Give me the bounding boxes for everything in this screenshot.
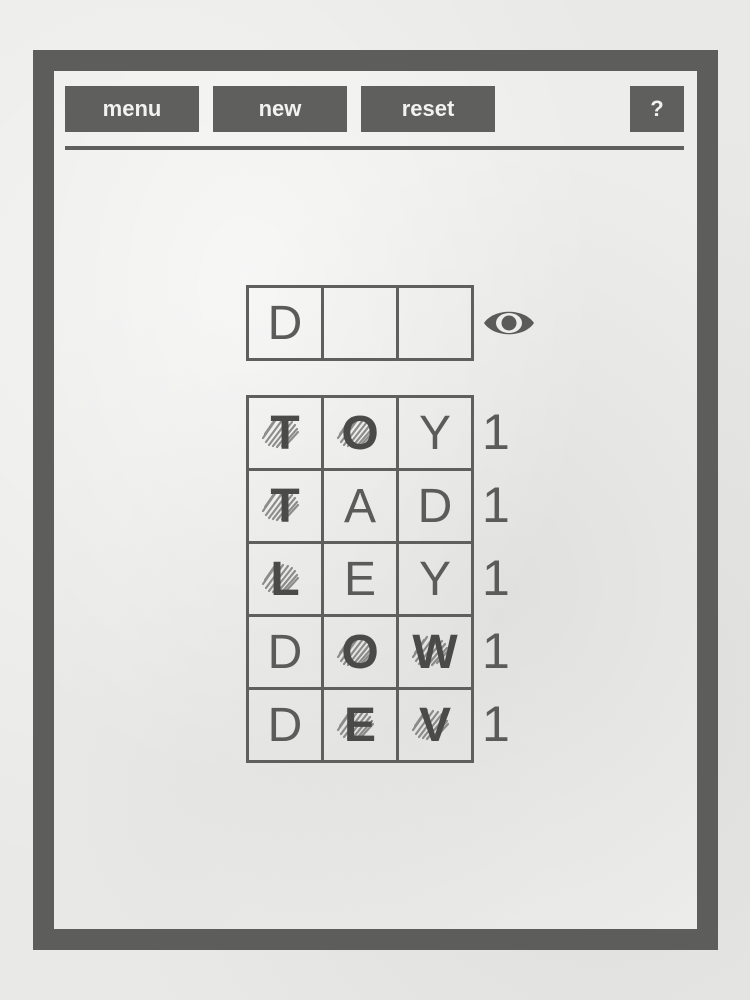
letter: E (343, 698, 376, 752)
answer-cell-2[interactable] (324, 288, 399, 358)
letter-cell[interactable]: D (249, 690, 324, 760)
letter: D (267, 625, 303, 679)
letter: Y (418, 406, 451, 460)
match-count: 1 (482, 622, 510, 679)
answer-cell-1[interactable]: D (249, 288, 324, 358)
letter: O (341, 625, 379, 679)
answer-row: D (246, 285, 474, 361)
letter: E (343, 552, 376, 606)
letter-cell[interactable]: A (324, 471, 399, 541)
letter: W (412, 625, 458, 679)
letter: T (270, 479, 300, 533)
letter-cell[interactable]: W (399, 617, 471, 687)
match-count: 1 (482, 403, 510, 460)
guess-row: TOY (249, 398, 471, 471)
letter-cell[interactable]: V (399, 690, 471, 760)
guess-row: DOW (249, 617, 471, 690)
letter-cell[interactable]: L (249, 544, 324, 614)
letter-cell[interactable]: Y (399, 398, 471, 468)
letter-cell[interactable]: D (249, 617, 324, 687)
letter: A (343, 479, 376, 533)
letter-cell[interactable]: T (249, 398, 324, 468)
guess-row: LEY (249, 544, 471, 617)
letter: D (417, 479, 453, 533)
new-game-button[interactable]: new (213, 86, 347, 132)
letter-cell[interactable]: T (249, 471, 324, 541)
letter-cell[interactable]: Y (399, 544, 471, 614)
guess-grid: TOYTADLEYDOWDEV (246, 395, 474, 763)
help-button[interactable]: ? (630, 86, 684, 132)
reset-button[interactable]: reset (361, 86, 495, 132)
letter: L (270, 552, 300, 606)
menu-button[interactable]: menu (65, 86, 199, 132)
letter-cell[interactable]: E (324, 544, 399, 614)
guess-row: DEV (249, 690, 471, 760)
score-column: 1 1 1 1 1 (482, 395, 510, 760)
match-count: 1 (482, 695, 510, 752)
letter: V (418, 698, 451, 752)
letter-cell[interactable]: O (324, 398, 399, 468)
game-frame: menu new reset ? D TOYTADLEYDOWDEV 11111 (33, 50, 718, 950)
letter: D (267, 698, 303, 752)
eye-icon[interactable] (482, 304, 536, 342)
letter-cell[interactable]: O (324, 617, 399, 687)
letter: Y (418, 552, 451, 606)
letter: O (341, 406, 379, 460)
letter: T (270, 406, 300, 460)
answer-cell-3[interactable] (399, 288, 471, 358)
letter-cell[interactable]: D (399, 471, 471, 541)
toolbar-divider (65, 146, 684, 150)
match-count: 1 (482, 549, 510, 606)
guess-row: TAD (249, 471, 471, 544)
match-count: 1 (482, 476, 510, 533)
game-panel: menu new reset ? D TOYTADLEYDOWDEV 11111 (54, 71, 697, 929)
letter-cell[interactable]: E (324, 690, 399, 760)
